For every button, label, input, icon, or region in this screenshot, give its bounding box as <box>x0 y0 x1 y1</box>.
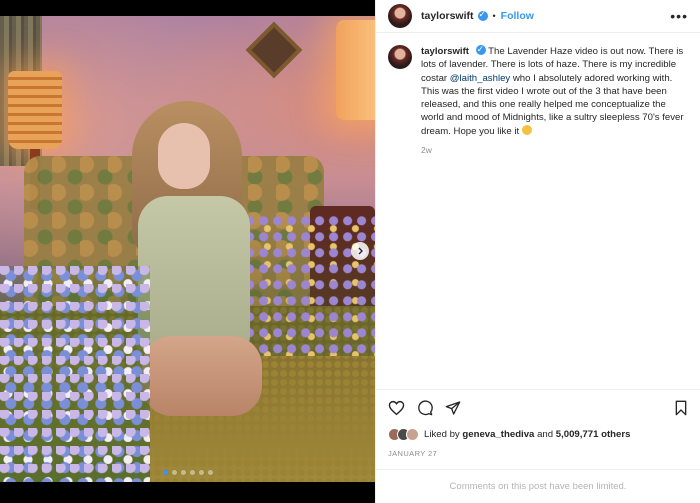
carousel-dot <box>180 470 186 475</box>
left-lamp <box>8 71 62 149</box>
header-username[interactable]: taylorswift <box>421 10 474 22</box>
post-date[interactable]: JANUARY 27 <box>376 443 700 469</box>
likes-count[interactable]: 5,009,771 others <box>556 429 631 440</box>
post-photo[interactable] <box>0 0 375 503</box>
carousel-dot <box>207 470 213 475</box>
liker-username[interactable]: geneva_thediva <box>462 429 534 440</box>
bookmark-icon[interactable] <box>674 400 688 416</box>
likes-middle: and <box>534 428 556 440</box>
heart-icon[interactable] <box>388 400 405 416</box>
carousel-next-button[interactable] <box>351 242 369 260</box>
likes-row: Liked by geneva_thediva and 5,009,771 ot… <box>376 425 700 443</box>
carousel-dot <box>171 470 177 475</box>
avatar[interactable] <box>388 4 412 28</box>
action-bar <box>376 389 700 425</box>
caption-mention[interactable]: @laith_ashley <box>450 73 510 84</box>
carousel-dot <box>198 470 204 475</box>
likes-prefix: Liked by <box>424 428 463 440</box>
verified-icon <box>475 43 486 56</box>
caption-body: taylorswift The Lavender Haze video is o… <box>421 43 686 157</box>
instagram-post: taylorswift • Follow ••• taylorswift The… <box>0 0 700 503</box>
share-icon[interactable] <box>445 400 461 416</box>
liker-avatar <box>406 427 419 441</box>
verified-icon <box>477 9 488 21</box>
post-side-panel: taylorswift • Follow ••• taylorswift The… <box>375 0 700 503</box>
smile-emoji-icon <box>521 124 532 135</box>
flowers-left <box>0 266 150 482</box>
carousel-dot <box>189 470 195 475</box>
dress <box>138 196 250 356</box>
carousel-dots <box>0 470 375 475</box>
face <box>158 123 210 189</box>
caption: taylorswift The Lavender Haze video is o… <box>388 43 686 157</box>
liker-avatars <box>388 427 419 441</box>
likes-text: Liked by geneva_thediva and 5,009,771 ot… <box>424 429 630 440</box>
comment-icon[interactable] <box>417 400 433 416</box>
caption-time-ago[interactable]: 2w <box>421 144 686 157</box>
chevron-right-icon <box>358 247 363 255</box>
caption-avatar[interactable] <box>388 45 412 69</box>
comments-area: taylorswift The Lavender Haze video is o… <box>376 33 700 389</box>
carousel-dot <box>162 470 168 475</box>
photo-scene <box>0 16 375 482</box>
follow-button[interactable]: Follow <box>501 10 534 22</box>
legs <box>142 336 262 416</box>
right-lamp <box>336 20 375 120</box>
header-separator: • <box>492 11 496 21</box>
caption-username[interactable]: taylorswift <box>421 46 469 57</box>
more-options-button[interactable]: ••• <box>670 9 688 23</box>
comments-limited-notice: Comments on this post have been limited. <box>376 469 700 503</box>
post-header: taylorswift • Follow ••• <box>376 0 700 33</box>
